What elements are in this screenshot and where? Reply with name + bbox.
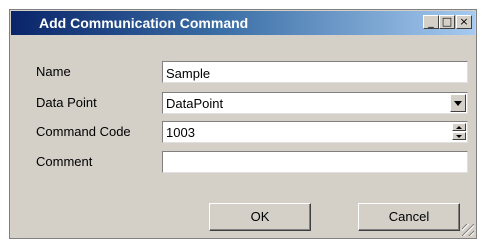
chevron-down-icon <box>454 101 462 106</box>
cancel-button[interactable]: Cancel <box>358 203 460 231</box>
comment-input[interactable] <box>162 151 468 173</box>
spin-up-button[interactable] <box>452 123 466 131</box>
title-bar[interactable]: Add Communication Command _ □ × <box>11 11 475 35</box>
command-code-stepper[interactable]: 1003 <box>162 121 468 143</box>
add-communication-command-dialog: Add Communication Command _ □ × Name Dat… <box>9 9 477 239</box>
command-code-value: 1003 <box>166 125 195 140</box>
data-point-value: DataPoint <box>166 96 224 111</box>
spin-buttons <box>452 123 466 141</box>
comment-label: Comment <box>36 154 93 169</box>
spin-down-button[interactable] <box>452 132 466 140</box>
maximize-button[interactable]: □ <box>439 15 455 29</box>
name-label: Name <box>36 64 71 79</box>
arrow-up-icon <box>456 126 462 129</box>
data-point-select[interactable]: DataPoint <box>162 92 468 114</box>
dropdown-button[interactable] <box>450 94 466 112</box>
resize-grip-icon[interactable] <box>462 224 474 236</box>
command-code-label: Command Code <box>36 124 131 139</box>
arrow-down-icon <box>456 135 462 138</box>
close-button[interactable]: × <box>456 15 472 29</box>
data-point-label: Data Point <box>36 95 97 110</box>
minimize-button[interactable]: _ <box>423 15 439 29</box>
name-input[interactable] <box>162 61 468 83</box>
window-title: Add Communication Command <box>39 15 249 31</box>
ok-button[interactable]: OK <box>209 203 311 231</box>
